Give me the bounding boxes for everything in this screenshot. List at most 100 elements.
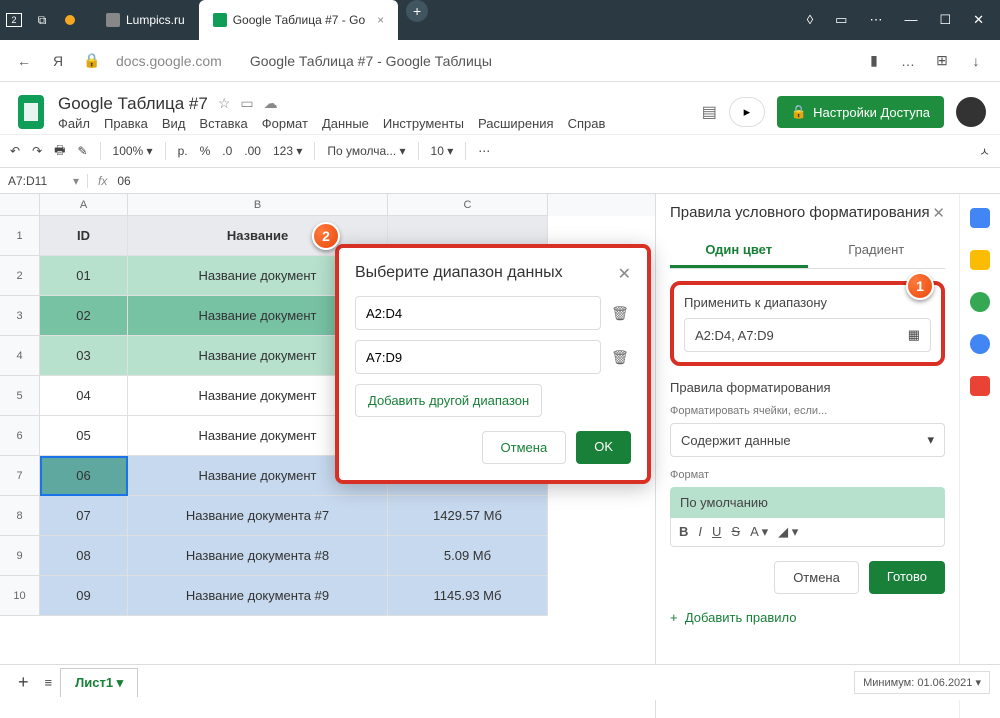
- delete-range-2-icon[interactable]: 🗑: [609, 349, 631, 366]
- move-icon[interactable]: ▭: [240, 95, 253, 112]
- star-icon[interactable]: ☆: [218, 95, 231, 112]
- orange-dot-icon[interactable]: [56, 15, 84, 25]
- table-row[interactable]: 1009Название документа #91145.93 Мб: [0, 576, 655, 616]
- col-header-b[interactable]: B: [128, 194, 388, 216]
- calendar-app-icon[interactable]: [970, 208, 990, 228]
- row-header[interactable]: 7: [0, 456, 40, 496]
- grid-icon[interactable]: ▦: [908, 327, 920, 343]
- share-button[interactable]: 🔒Настройки Доступа: [777, 96, 944, 128]
- font-size-select[interactable]: 10 ▾: [431, 144, 454, 158]
- number-format-button[interactable]: 123 ▾: [273, 144, 302, 158]
- close-panel-icon[interactable]: ✕: [932, 204, 945, 222]
- row-header[interactable]: 8: [0, 496, 40, 536]
- apply-range-input[interactable]: A2:D4, A7:D9 ▦: [684, 318, 931, 352]
- menu-file[interactable]: Файл: [58, 116, 90, 131]
- fill-color-icon[interactable]: ◢ ▾: [778, 524, 798, 540]
- text-color-icon[interactable]: A ▾: [750, 524, 768, 540]
- add-range-button[interactable]: Добавить другой диапазон: [355, 384, 542, 417]
- undo-icon[interactable]: ↶: [10, 144, 20, 158]
- row-header[interactable]: 2: [0, 256, 40, 296]
- cell[interactable]: 04: [40, 376, 128, 416]
- sheets-logo-icon[interactable]: [14, 90, 48, 134]
- panel-done-button[interactable]: Готово: [869, 561, 945, 594]
- keep-app-icon[interactable]: [970, 250, 990, 270]
- extensions-icon[interactable]: ⊞: [932, 52, 952, 69]
- more-toolbar-icon[interactable]: ⋯: [478, 144, 490, 158]
- cell[interactable]: 1145.93 Мб: [388, 576, 548, 616]
- col-header-a[interactable]: A: [40, 194, 128, 216]
- row-header[interactable]: 10: [0, 576, 40, 616]
- menu-extensions[interactable]: Расширения: [478, 116, 554, 131]
- italic-icon[interactable]: I: [698, 524, 702, 540]
- range-input-2[interactable]: [355, 340, 601, 374]
- cell[interactable]: 02: [40, 296, 128, 336]
- avatar[interactable]: [956, 97, 986, 127]
- reload-icon[interactable]: Я: [48, 53, 68, 69]
- more-icon[interactable]: ⋯: [869, 12, 882, 28]
- tasks-app-icon[interactable]: [970, 292, 990, 312]
- redo-icon[interactable]: ↷: [32, 144, 42, 158]
- table-row[interactable]: 807Название документа #71429.57 Мб: [0, 496, 655, 536]
- menu-dots-icon[interactable]: …: [898, 53, 918, 69]
- stats-summary[interactable]: Минимум: 01.06.2021 ▾: [854, 671, 990, 694]
- cell[interactable]: ID: [40, 216, 128, 256]
- collapse-toolbar-icon[interactable]: ㅅ: [979, 143, 990, 160]
- cell[interactable]: 1429.57 Мб: [388, 496, 548, 536]
- add-rule-link[interactable]: + Добавить правило: [670, 610, 945, 625]
- row-header[interactable]: 9: [0, 536, 40, 576]
- bold-icon[interactable]: B: [679, 524, 688, 540]
- cell[interactable]: 05: [40, 416, 128, 456]
- formula-input[interactable]: 06: [117, 174, 130, 188]
- maps-app-icon[interactable]: [970, 376, 990, 396]
- panel-cancel-button[interactable]: Отмена: [774, 561, 859, 594]
- contacts-app-icon[interactable]: [970, 334, 990, 354]
- cell[interactable]: 07: [40, 496, 128, 536]
- tab-gradient[interactable]: Градиент: [808, 234, 946, 268]
- menu-view[interactable]: Вид: [162, 116, 186, 131]
- row-header[interactable]: 4: [0, 336, 40, 376]
- delete-range-1-icon[interactable]: 🗑: [609, 305, 631, 322]
- all-sheets-icon[interactable]: ≡: [37, 675, 61, 690]
- table-row[interactable]: 908Название документа #85.09 Мб: [0, 536, 655, 576]
- bookmark-icon[interactable]: ▮: [864, 52, 884, 69]
- currency-button[interactable]: р.: [178, 144, 188, 158]
- comments-icon[interactable]: ▤: [702, 102, 717, 122]
- download-icon[interactable]: ↓: [966, 53, 986, 69]
- cell[interactable]: Название документа #8: [128, 536, 388, 576]
- document-title[interactable]: Google Таблица #7: [58, 94, 208, 114]
- browser-tab-1[interactable]: Lumpics.ru: [92, 0, 199, 40]
- menu-help[interactable]: Справ: [568, 116, 606, 131]
- cell[interactable]: 5.09 Мб: [388, 536, 548, 576]
- cell[interactable]: Название документа #7: [128, 496, 388, 536]
- cell-reference-input[interactable]: A7:D11 ▾: [0, 174, 88, 188]
- paint-icon[interactable]: ✎: [77, 144, 87, 158]
- row-header[interactable]: 6: [0, 416, 40, 456]
- percent-button[interactable]: %: [200, 144, 211, 158]
- select-all-corner[interactable]: [0, 194, 40, 216]
- underline-icon[interactable]: U: [712, 524, 721, 540]
- sheet-tab-1[interactable]: Лист1 ▾: [60, 668, 138, 697]
- strike-icon[interactable]: S: [731, 524, 740, 540]
- dialog-ok-button[interactable]: OK: [576, 431, 631, 464]
- col-header-c[interactable]: C: [388, 194, 548, 216]
- new-tab-button[interactable]: +: [406, 0, 428, 22]
- home-icon[interactable]: 2: [0, 13, 28, 27]
- meet-button[interactable]: ▸: [729, 97, 765, 127]
- row-header[interactable]: 5: [0, 376, 40, 416]
- menu-insert[interactable]: Вставка: [199, 116, 247, 131]
- cloud-icon[interactable]: ☁: [264, 95, 278, 112]
- row-header[interactable]: 1: [0, 216, 40, 256]
- minimize-icon[interactable]: ―: [904, 12, 917, 28]
- cell[interactable]: 09: [40, 576, 128, 616]
- back-icon[interactable]: ←: [14, 53, 34, 69]
- collections-icon[interactable]: ▭: [835, 12, 847, 28]
- dec-increase-button[interactable]: .00: [244, 144, 261, 158]
- panels-icon[interactable]: ⧉: [28, 13, 56, 28]
- close-icon[interactable]: ✕: [973, 12, 984, 28]
- font-select[interactable]: По умолча... ▾: [327, 144, 405, 158]
- cell[interactable]: 03: [40, 336, 128, 376]
- zoom-select[interactable]: 100% ▾: [113, 144, 153, 158]
- menu-data[interactable]: Данные: [322, 116, 369, 131]
- menu-edit[interactable]: Правка: [104, 116, 148, 131]
- print-icon[interactable]: 🖶: [54, 141, 65, 162]
